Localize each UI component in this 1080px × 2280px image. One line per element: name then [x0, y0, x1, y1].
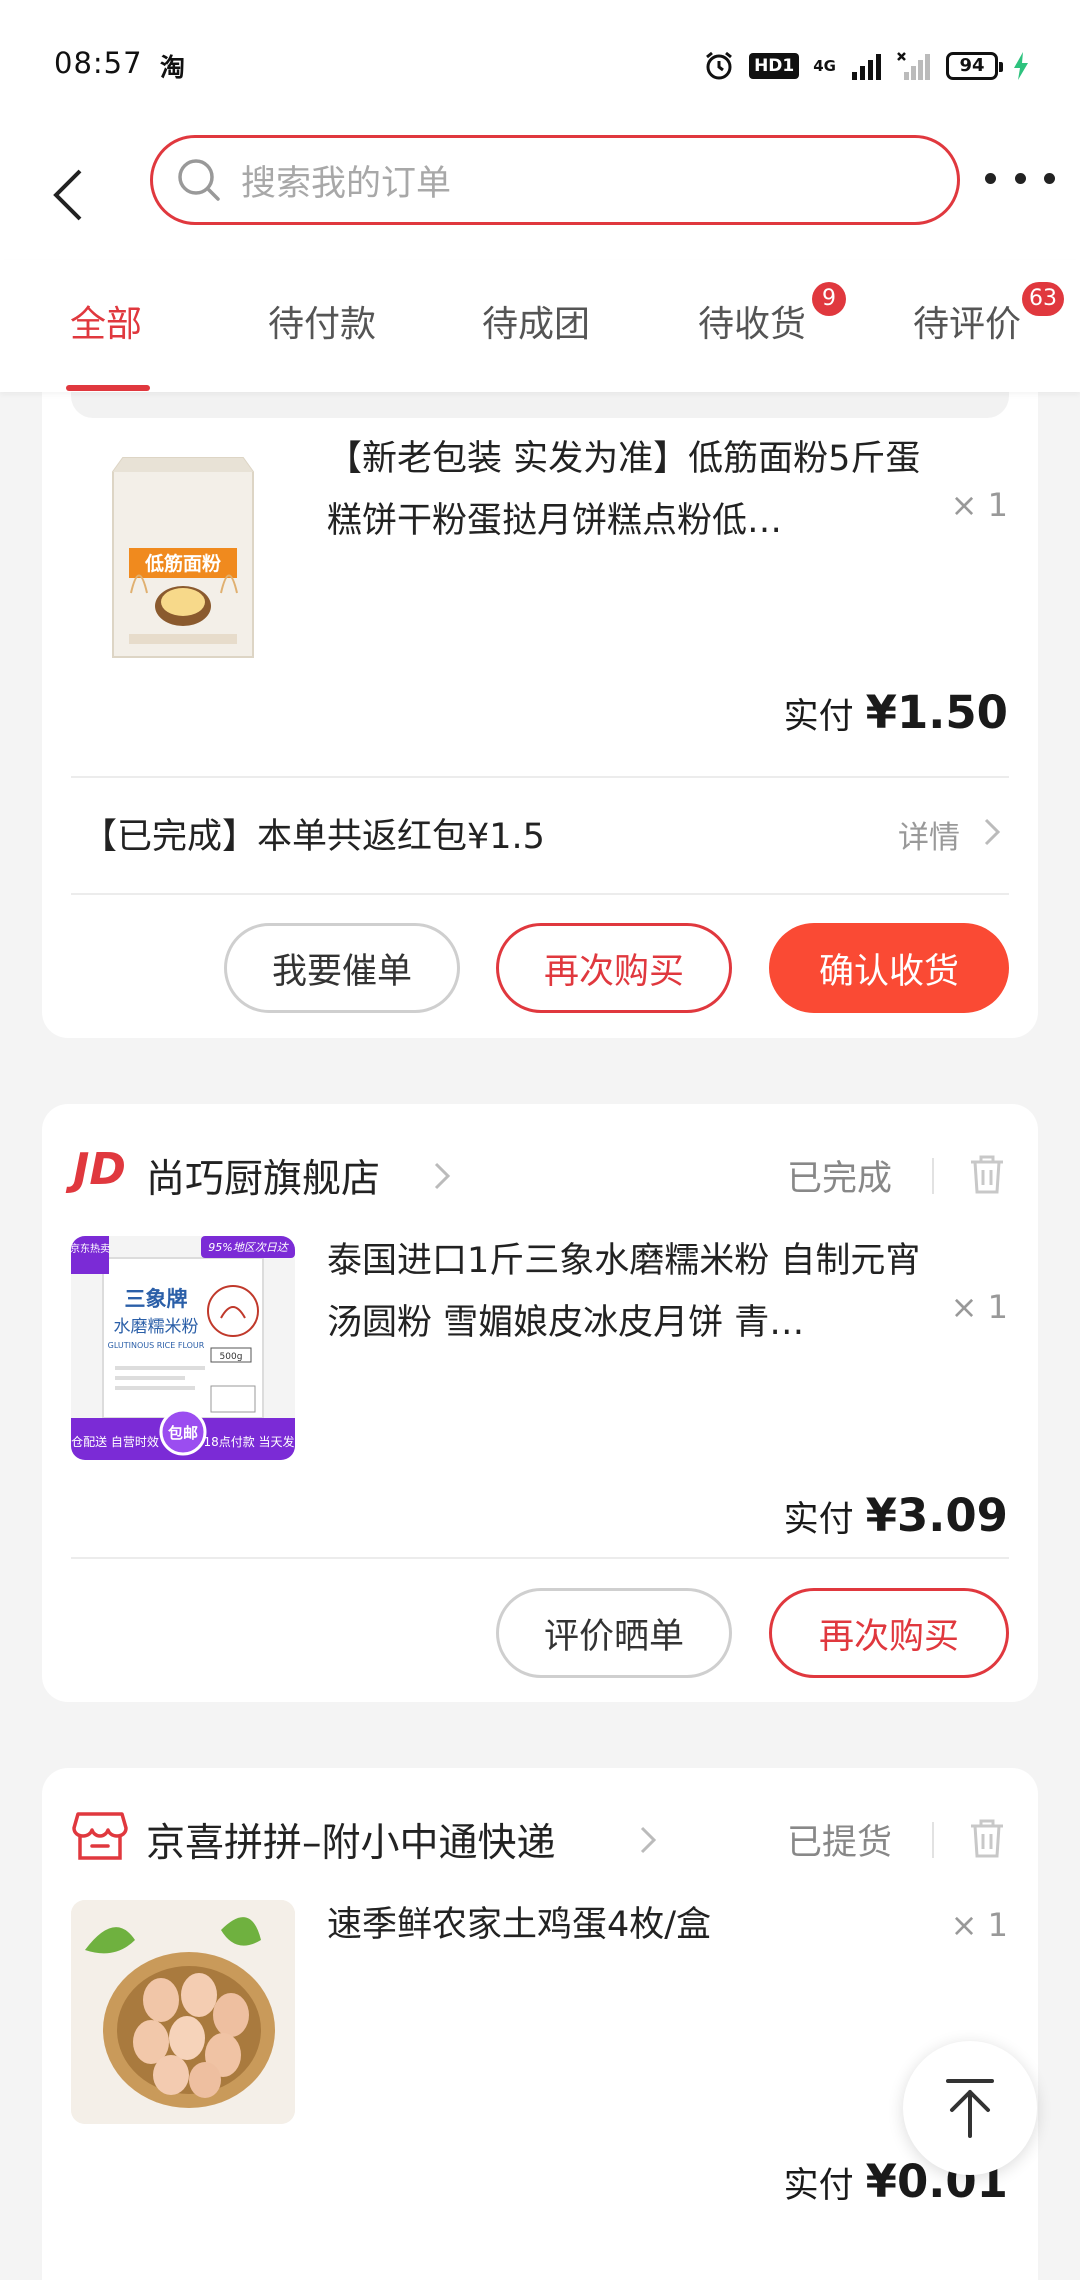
pending-review-badge: 63	[1022, 282, 1064, 316]
paid-value: ¥1.50	[865, 686, 1008, 739]
product-title[interactable]: 【新老包装 实发为准】低筋面粉5斤蛋糕饼干粉蛋挞月饼糕点粉低…	[327, 428, 927, 552]
network-type: 4G	[813, 57, 836, 75]
confirm-receipt-button[interactable]: 确认收货	[769, 923, 1009, 1013]
product-image[interactable]	[71, 1900, 295, 2124]
trash-icon[interactable]	[967, 1152, 1007, 1196]
dot	[985, 172, 996, 184]
order-status: 已完成	[787, 1159, 893, 1199]
order-card: 京喜拼拼–附小中通快递 已提货 速季鲜农家土鸡蛋4枚/盒 × 1 实付 ¥0.0…	[42, 1768, 1038, 2280]
paid-label: 实付	[783, 697, 854, 737]
paid-label: 实付	[783, 2166, 854, 2206]
english-name-text: GLUTINOUS RICE FLOUR	[108, 1341, 205, 1350]
order-card: 低筋面粉 【新老包装 实发为准】低筋面粉5斤蛋糕饼干粉蛋挞月饼糕点粉低… × 1…	[42, 368, 1038, 1038]
delivery-promo-text: 95%地区次日达	[208, 1241, 289, 1254]
no-signal-icon	[897, 52, 930, 80]
chevron-right-icon	[640, 1826, 657, 1854]
order-tabs: 全部 待付款 待成团 待收货 9 待评价 63	[0, 260, 1080, 392]
tab-all[interactable]: 全部	[70, 295, 142, 347]
rice-flour-image: 京东热卖 95%地区次日达 三象牌 水磨糯米粉 GLUTINOUS RICE F…	[71, 1236, 295, 1460]
buy-again-button[interactable]: 再次购买	[769, 1588, 1009, 1678]
flour-label-text: 低筋面粉	[144, 552, 221, 575]
vertical-divider	[932, 1822, 934, 1858]
weight-text: 500g	[220, 1352, 243, 1362]
brand-text: 三象牌	[125, 1287, 188, 1311]
divider	[71, 776, 1009, 778]
jd-logo: JD	[73, 1144, 126, 1195]
hd-icon: HD1	[749, 53, 800, 79]
back-button[interactable]	[50, 150, 110, 240]
taobao-notification-icon: 淘	[160, 53, 186, 82]
pending-receipt-badge: 9	[812, 282, 846, 316]
search-placeholder: 搜索我的订单	[241, 163, 452, 204]
status-time: 08:57	[54, 46, 143, 80]
dot	[1044, 172, 1055, 184]
product-image[interactable]: 低筋面粉	[71, 448, 295, 672]
dot	[1014, 172, 1026, 184]
divider	[71, 1557, 1009, 1559]
order-card: JD 尚巧厨旗舰店 已完成 京东热卖 95%地区次日达 三象牌 水磨糯米粉 GL…	[42, 1104, 1038, 1702]
product-title[interactable]: 速季鲜农家土鸡蛋4枚/盒	[327, 1894, 927, 1956]
status-icons: HD1 4G 94	[703, 46, 1030, 86]
tab-pending-payment[interactable]: 待付款	[268, 295, 376, 347]
product-quantity: × 1	[950, 1906, 1008, 1944]
warehouse-text: 六仓配送 自营时效	[71, 1434, 159, 1449]
paid-value: ¥3.09	[865, 1489, 1008, 1542]
back-arrow-icon	[53, 169, 82, 221]
details-link[interactable]: 详情	[898, 812, 960, 857]
battery-icon: 94	[946, 52, 1003, 80]
alarm-icon	[706, 51, 733, 80]
active-tab-indicator	[66, 385, 150, 391]
vertical-divider	[932, 1158, 934, 1194]
search-input[interactable]: 搜索我的订单	[150, 135, 960, 225]
tab-pending-group[interactable]: 待成团	[482, 295, 590, 347]
tab-pending-receipt[interactable]: 待收货	[698, 295, 806, 347]
tab-pending-review[interactable]: 待评价	[913, 295, 1021, 347]
signal-icon	[852, 54, 881, 80]
same-day-text: 18点付款 当天发货	[203, 1434, 295, 1449]
more-options-button[interactable]	[985, 148, 1055, 208]
rebate-notice-row[interactable]: 【已完成】本单共返红包¥1.5 详情	[82, 808, 1010, 858]
buy-again-button[interactable]: 再次购买	[496, 923, 732, 1013]
store-name[interactable]: 尚巧厨旗舰店	[146, 1148, 380, 1204]
review-button[interactable]: 评价晒单	[496, 1588, 732, 1678]
product-quantity: × 1	[950, 1288, 1008, 1326]
rebate-notice: 【已完成】本单共返红包¥1.5	[82, 817, 545, 857]
paid-amount: 实付 ¥3.09	[784, 1489, 1008, 1542]
product-name-text: 水磨糯米粉	[114, 1317, 199, 1337]
flour-bag-image: 低筋面粉	[112, 457, 254, 658]
chevron-right-icon	[984, 818, 1001, 846]
badge-text: 京东热卖	[71, 1242, 110, 1255]
orders-page: 08:57 淘 HD1 4G 94 搜索我的订单 低筋面粉 【新老包装 实发为准…	[0, 0, 1080, 2280]
store-name[interactable]: 京喜拼拼–附小中通快递	[146, 1812, 556, 1868]
paid-amount: 实付 ¥1.50	[784, 686, 1008, 739]
status-bar: 08:57 淘 HD1 4G 94	[0, 0, 1080, 130]
back-to-top-button[interactable]	[903, 2041, 1037, 2175]
divider	[71, 893, 1009, 895]
chevron-right-icon	[434, 1162, 451, 1190]
product-title[interactable]: 泰国进口1斤三象水磨糯米粉 自制元宵汤圆粉 雪媚娘皮冰皮月饼 青…	[327, 1230, 927, 1354]
arrow-up-icon	[946, 2079, 994, 2138]
paid-label: 实付	[783, 1500, 854, 1540]
order-status: 已提货	[787, 1823, 893, 1863]
eggs-basket-image	[71, 1900, 295, 2124]
store-icon	[72, 1812, 128, 1860]
free-shipping-text: 包邮	[168, 1424, 198, 1442]
product-quantity: × 1	[950, 486, 1008, 524]
charging-icon	[1014, 52, 1028, 80]
header: 搜索我的订单	[0, 130, 1080, 260]
trash-icon[interactable]	[967, 1816, 1007, 1860]
urge-order-button[interactable]: 我要催单	[224, 923, 460, 1013]
search-icon	[178, 159, 220, 201]
product-image[interactable]: 京东热卖 95%地区次日达 三象牌 水磨糯米粉 GLUTINOUS RICE F…	[71, 1236, 295, 1460]
